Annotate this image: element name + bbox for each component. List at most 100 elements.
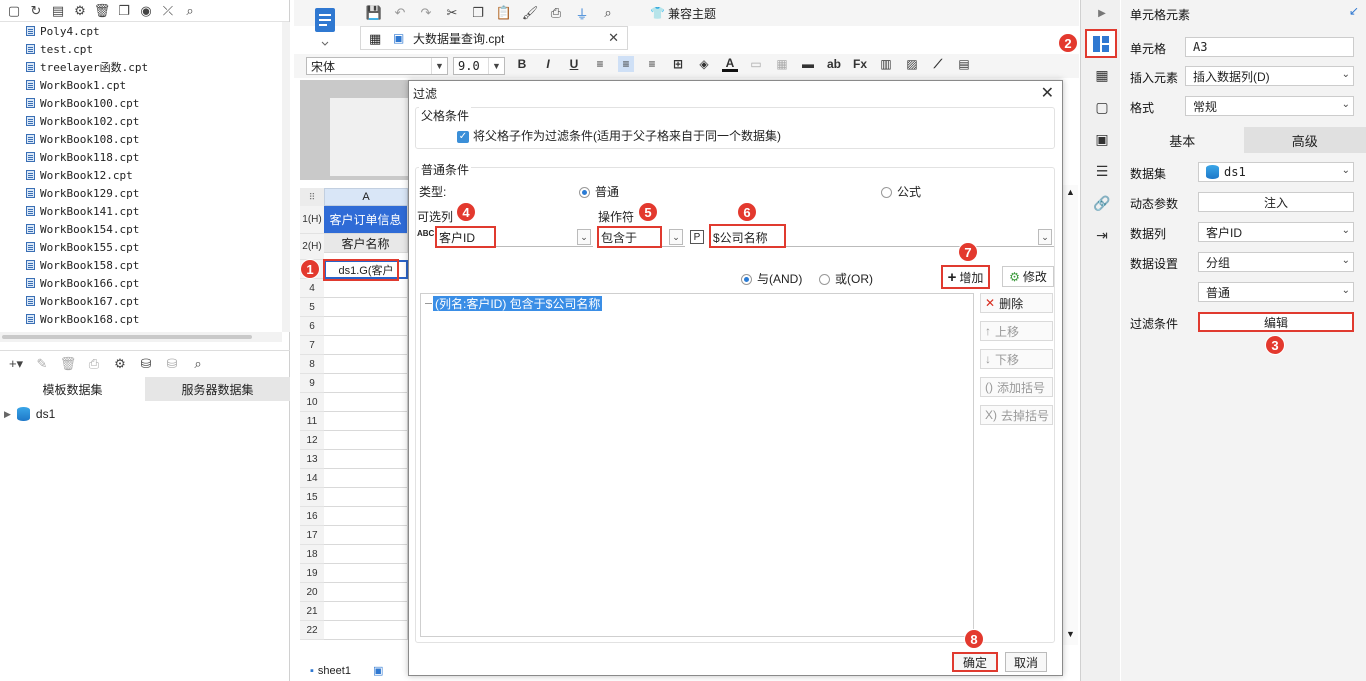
- grid-cell[interactable]: [324, 488, 408, 507]
- file-item[interactable]: WorkBook108.cpt: [0, 130, 282, 148]
- grid-cell[interactable]: [324, 507, 408, 526]
- edit-icon[interactable]: ✎: [34, 356, 50, 372]
- settings-icon[interactable]: ⚙: [72, 3, 88, 19]
- row-header[interactable]: 5: [300, 298, 324, 317]
- font-family-select[interactable]: 宋体 ▼: [306, 57, 448, 75]
- tab-template-dataset[interactable]: 模板数据集: [0, 377, 145, 401]
- bold-icon[interactable]: B: [514, 56, 530, 72]
- modify-button[interactable]: ⚙ 修改: [1002, 266, 1054, 287]
- grid-cell[interactable]: [324, 431, 408, 450]
- grid-cell[interactable]: [324, 298, 408, 317]
- row-header[interactable]: 17: [300, 526, 324, 545]
- align-center-icon[interactable]: ≡: [618, 56, 634, 72]
- add-dataset-icon[interactable]: +▾: [8, 356, 24, 372]
- image-icon[interactable]: ▨: [904, 56, 920, 72]
- file-item[interactable]: WorkBook1.cpt: [0, 76, 282, 94]
- chart-icon[interactable]: ▥: [878, 56, 894, 72]
- add-button[interactable]: + 增加: [941, 265, 990, 289]
- row-header[interactable]: 19: [300, 564, 324, 583]
- move-down-button[interactable]: ↓ 下移: [980, 349, 1053, 369]
- template-menu-button[interactable]: [306, 2, 344, 50]
- template-icon[interactable]: ▤: [50, 3, 66, 19]
- delete-button[interactable]: ✕ 删除: [980, 293, 1053, 313]
- grid-cell[interactable]: [324, 450, 408, 469]
- insert-element-select[interactable]: 插入数据列(D) ⌄: [1185, 66, 1354, 86]
- tab-report[interactable]: ▦ ▣ 大数据量查询.cpt ✕: [360, 26, 628, 50]
- file-item[interactable]: WorkBook102.cpt: [0, 112, 282, 130]
- font-color-icon[interactable]: A: [722, 56, 738, 72]
- report-icon[interactable]: ▤: [956, 56, 972, 72]
- add-sheet-icon[interactable]: ▣: [373, 664, 383, 677]
- parent-checkbox[interactable]: ✓ 将父格子作为过滤条件(适用于父子格来自于同一个数据集): [457, 127, 781, 144]
- unmerge-icon[interactable]: ▦: [774, 56, 790, 72]
- dataset-tree-item[interactable]: ▶ ds1: [4, 407, 55, 421]
- row-header[interactable]: 13: [300, 450, 324, 469]
- delete-icon[interactable]: 🗑: [94, 3, 111, 19]
- border-icon[interactable]: ⊞: [670, 56, 686, 72]
- sheet-tab[interactable]: sheet1: [318, 665, 351, 677]
- border-style-icon[interactable]: ▢: [1093, 98, 1111, 116]
- setting-select-2[interactable]: 普通 ⌄: [1198, 282, 1354, 302]
- row-header[interactable]: 2(H): [300, 234, 324, 260]
- or-radio[interactable]: 或(OR): [819, 270, 873, 287]
- chevron-down-icon[interactable]: ▼: [1066, 629, 1075, 639]
- grid-cell[interactable]: [324, 469, 408, 488]
- slash-icon[interactable]: ⟋: [930, 56, 946, 72]
- row-header[interactable]: 4: [300, 279, 324, 298]
- new-file-icon[interactable]: ▢: [6, 3, 22, 19]
- ok-button[interactable]: 确定: [952, 652, 998, 672]
- tab-advanced[interactable]: 高级: [1243, 127, 1366, 153]
- text-icon[interactable]: ab: [826, 56, 842, 72]
- cancel-button[interactable]: 取消: [1005, 652, 1047, 672]
- file-item[interactable]: WorkBook12.cpt: [0, 166, 282, 184]
- file-item[interactable]: test.cpt: [0, 40, 282, 58]
- file-item[interactable]: WorkBook154.cpt: [0, 220, 282, 238]
- pin-icon[interactable]: ↙: [1349, 4, 1359, 18]
- row-header[interactable]: 18: [300, 545, 324, 564]
- row-header[interactable]: 15: [300, 488, 324, 507]
- cell-element-button[interactable]: [1085, 29, 1117, 58]
- file-item[interactable]: treelayer函数.cpt: [0, 58, 282, 76]
- connection-icon[interactable]: ⚙: [112, 356, 128, 372]
- move-up-button[interactable]: ↑ 上移: [980, 321, 1053, 341]
- remove-bracket-button[interactable]: X) 去掉括号: [980, 405, 1053, 425]
- file-item[interactable]: WorkBook100.cpt: [0, 94, 282, 112]
- file-item[interactable]: Poly4.cpt: [0, 22, 282, 40]
- row-header[interactable]: 22: [300, 621, 324, 640]
- import-icon[interactable]: ⇥: [1093, 226, 1111, 244]
- copy-icon[interactable]: ❐: [470, 5, 486, 21]
- grid-vscrollbar[interactable]: ▲ ▼: [1062, 185, 1078, 645]
- cut-icon[interactable]: ✂: [444, 5, 460, 21]
- tab-basic[interactable]: 基本: [1121, 127, 1244, 153]
- close-icon[interactable]: ✕: [1041, 83, 1054, 103]
- row-header[interactable]: 10: [300, 393, 324, 412]
- setting-select[interactable]: 分组 ⌄: [1198, 252, 1354, 272]
- grid-cell[interactable]: [324, 336, 408, 355]
- align-left-icon[interactable]: ≡: [592, 56, 608, 72]
- redo-icon[interactable]: ↷: [418, 5, 434, 21]
- file-item[interactable]: WorkBook166.cpt: [0, 274, 282, 292]
- file-item[interactable]: WorkBook158.cpt: [0, 256, 282, 274]
- corner-icon[interactable]: ⠿: [300, 188, 324, 206]
- row-header[interactable]: 6: [300, 317, 324, 336]
- format-select[interactable]: 常规 ⌄: [1185, 96, 1354, 116]
- type-normal-radio[interactable]: 普通: [579, 183, 619, 200]
- add-bracket-button[interactable]: () 添加括号: [980, 377, 1053, 397]
- format-brush-icon[interactable]: 🖌: [522, 5, 539, 21]
- cell-attribute-icon[interactable]: ▦: [1093, 66, 1111, 84]
- row-header[interactable]: 12: [300, 431, 324, 450]
- grid-cell[interactable]: [324, 545, 408, 564]
- grid-cell[interactable]: [324, 393, 408, 412]
- file-item[interactable]: WorkBook155.cpt: [0, 238, 282, 256]
- grid-cell[interactable]: [324, 621, 408, 640]
- row-header[interactable]: 9: [300, 374, 324, 393]
- file-list-scrollbar[interactable]: [282, 22, 290, 332]
- grid-cell[interactable]: [324, 355, 408, 374]
- italic-icon[interactable]: I: [540, 56, 556, 72]
- file-list-hscrollbar[interactable]: [0, 332, 282, 342]
- expand-arrow-icon[interactable]: ▶: [4, 409, 11, 420]
- row-header[interactable]: 16: [300, 507, 324, 526]
- search-icon[interactable]: ⌕: [190, 356, 206, 372]
- formula-icon[interactable]: Fx: [852, 56, 868, 72]
- type-formula-radio[interactable]: 公式: [881, 183, 921, 200]
